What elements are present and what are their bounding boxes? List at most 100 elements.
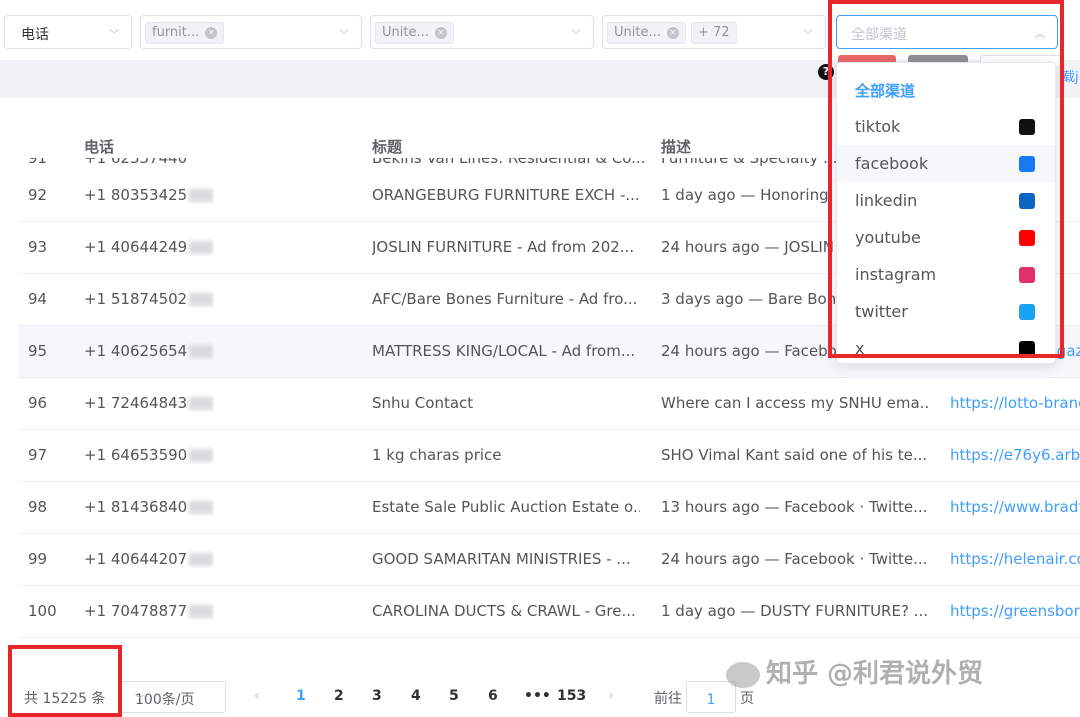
row-link[interactable]: https://e76y6.arbu [950, 446, 1080, 464]
channel-option-label: x [855, 339, 865, 358]
country-select[interactable]: Unite... × ﹀ [370, 15, 594, 49]
row-index: 99 [28, 550, 48, 568]
row-title: GOOD SAMARITAN MINISTRIES - ... [372, 550, 631, 568]
chevron-down-icon: ﹀ [571, 30, 581, 41]
prev-page-button[interactable]: ‹ [254, 688, 260, 704]
channel-option-facebook[interactable]: facebook [837, 145, 1055, 182]
country-tag-label: Unite... [382, 25, 429, 40]
channel-option-tiktok[interactable]: tiktok [837, 108, 1055, 145]
filter-bar: 电话 ﹀ furnit... × ﹀ Unite... × ﹀ Unite... × … [0, 0, 1080, 60]
twitter-icon [1019, 304, 1035, 320]
row-phone: +1 40625654 [84, 342, 214, 360]
redacted-mask [189, 553, 214, 566]
next-page-button[interactable]: › [608, 688, 614, 704]
row-phone-text: +1 81436840 [84, 498, 188, 516]
industry-select[interactable]: furnit... × ﹀ [140, 15, 362, 49]
row-title: ORANGEBURG FURNITURE EXCH -... [372, 186, 640, 204]
row-index: 94 [28, 290, 48, 308]
row-index: 98 [28, 498, 48, 516]
channel-select-placeholder: 全部渠道 [851, 27, 907, 43]
row-desc: Where can I access my SNHU ema... [661, 394, 929, 412]
partial-phone: +1 62337440 [84, 158, 188, 167]
channel-option-instagram[interactable]: instagram [837, 256, 1055, 293]
redacted-mask [189, 189, 214, 202]
watermark-text: 知乎 @利君说外贸 [766, 659, 984, 689]
total-count: 共 15225 条 [24, 691, 106, 707]
field-select[interactable]: 电话 ﹀ [4, 15, 132, 49]
channel-option-label: linkedin [855, 191, 918, 210]
page-6[interactable]: 6 [488, 688, 498, 704]
row-desc: 13 hours ago — Facebook · Twitte... [661, 498, 928, 516]
region-more-tag: + 72 [691, 22, 737, 44]
row-title: Snhu Contact [372, 394, 474, 412]
row-desc: 1 day ago — DUSTY FURNITURE? ... [661, 602, 928, 620]
redacted-mask [189, 449, 214, 462]
row-phone: +1 70478877 [84, 602, 214, 620]
row-phone-text: +1 72464843 [84, 394, 188, 412]
region-tag: Unite... × [607, 22, 686, 44]
channel-select[interactable]: 全部渠道 ﹀ [836, 15, 1058, 49]
help-icon[interactable]: ? [818, 64, 834, 80]
page-3[interactable]: 3 [372, 688, 382, 704]
row-phone-text: +1 40644207 [84, 550, 188, 568]
row-title: JOSLIN FURNITURE - Ad from 202... [372, 238, 635, 256]
more-pages-button[interactable]: ••• [524, 688, 551, 704]
tag-close-icon[interactable]: × [666, 26, 679, 39]
industry-tag: furnit... × [145, 22, 225, 44]
channel-option-linkedin[interactable]: linkedin [837, 182, 1055, 219]
x-icon [1019, 341, 1035, 357]
row-title: MATTRESS KING/LOCAL - Ad from... [372, 342, 636, 360]
page-153[interactable]: 153 [557, 688, 586, 704]
country-tag: Unite... × [375, 22, 454, 44]
row-title: 1 kg charas price [372, 446, 502, 464]
tag-close-icon[interactable]: × [434, 26, 447, 39]
goto-suffix: 页 [740, 691, 754, 707]
row-desc: SHO Vimal Kant said one of his te... [661, 446, 928, 464]
header-title: 标题 [372, 138, 403, 156]
channel-option-label: 全部渠道 [855, 82, 916, 100]
row-link[interactable]: https://greensbord [950, 602, 1080, 620]
goto-value: 1 [706, 692, 716, 708]
partial-title: Bekins Van Lines: Residential & Co... [372, 158, 646, 167]
row-phone: +1 40644207 [84, 550, 214, 568]
row-phone-text: +1 40625654 [84, 342, 188, 360]
channel-option-label: instagram [855, 265, 937, 284]
redacted-mask [189, 241, 214, 254]
table-row[interactable]: 100 +1 70478877 CAROLINA DUCTS & CRAWL - G… [18, 586, 1080, 638]
instagram-icon [1019, 267, 1035, 283]
row-index: 95 [28, 342, 48, 360]
goto-label: 前往 [654, 691, 682, 707]
redacted-mask [189, 397, 214, 410]
row-phone: +1 51874502 [84, 290, 214, 308]
channel-option-all[interactable]: 全部渠道 [837, 71, 1055, 108]
zhihu-logo-icon [726, 661, 760, 688]
row-phone: +1 81436840 [84, 498, 214, 516]
row-phone-text: +1 80353425 [84, 186, 188, 204]
row-link[interactable]: https://lotto-brand [950, 394, 1080, 412]
page-size-select[interactable]: 100条/页 ﹀ [120, 681, 226, 713]
linkedin-icon [1019, 193, 1035, 209]
youtube-icon [1019, 230, 1035, 246]
table-row[interactable]: 96 +1 72464843 Snhu Contact Where can I acc… [18, 378, 1080, 430]
page-2[interactable]: 2 [334, 688, 344, 704]
industry-tag-label: furnit... [152, 25, 200, 40]
toolbar-cut-text[interactable]: 载j [1062, 66, 1079, 85]
table-row[interactable]: 97 +1 64653590 1 kg charas price SHO Vimal … [18, 430, 1080, 482]
channel-option-twitter[interactable]: twitter [837, 293, 1055, 330]
channel-option-youtube[interactable]: youtube [837, 219, 1055, 256]
field-select-value: 电话 [21, 27, 49, 43]
channel-dropdown: 全部渠道 tiktok facebook linkedin youtube instagr… [836, 62, 1056, 364]
page-4[interactable]: 4 [411, 688, 421, 704]
row-phone-text: +1 51874502 [84, 290, 188, 308]
row-title: AFC/Bare Bones Furniture - Ad fro... [372, 290, 638, 308]
row-title: CAROLINA DUCTS & CRAWL - Gre... [372, 602, 636, 620]
tag-close-icon[interactable]: × [205, 26, 218, 39]
row-link[interactable]: https://www.bradf [950, 498, 1080, 516]
row-link[interactable]: https://helenair.co [950, 550, 1080, 568]
channel-option-x[interactable]: x [837, 330, 1055, 363]
table-row[interactable]: 98 +1 81436840 Estate Sale Public Auction … [18, 482, 1080, 534]
page-5[interactable]: 5 [449, 688, 459, 704]
page-1[interactable]: 1 [296, 688, 306, 704]
table-row[interactable]: 99 +1 40644207 GOOD SAMARITAN MINISTRIES -… [18, 534, 1080, 586]
region-select[interactable]: Unite... × + 72 ﹀ [602, 15, 826, 49]
